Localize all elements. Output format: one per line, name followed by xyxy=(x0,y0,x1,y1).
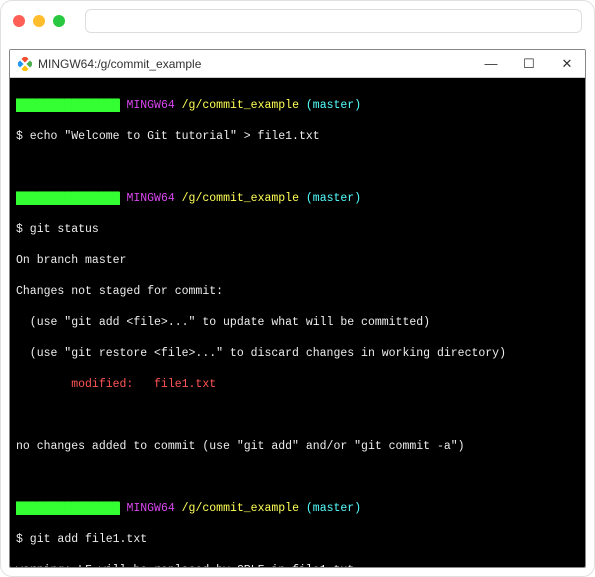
branch-label: (master) xyxy=(306,192,361,205)
user-host-hidden: ███████████████ xyxy=(16,99,120,112)
command-line: $ git add file1.txt xyxy=(16,532,579,548)
terminal[interactable]: ███████████████ MINGW64 /g/commit_exampl… xyxy=(10,78,585,567)
browser-frame: MINGW64:/g/commit_example — ☐ ✕ ████████… xyxy=(0,0,595,577)
window-titlebar: MINGW64:/g/commit_example — ☐ ✕ xyxy=(10,50,585,78)
cwd-path: /g/commit_example xyxy=(182,192,299,205)
prompt-dollar: $ xyxy=(16,130,23,143)
user-host-hidden: ███████████████ xyxy=(16,192,120,205)
command-echo: echo "Welcome to Git tutorial" > file1.t… xyxy=(23,130,320,143)
branch-label: (master) xyxy=(306,99,361,112)
output-modified-unstaged: modified: file1.txt xyxy=(16,377,579,393)
env-label: MINGW64 xyxy=(126,502,174,515)
command-status: git status xyxy=(23,223,99,236)
output-line: no changes added to commit (use "git add… xyxy=(16,439,579,455)
prompt-dollar: $ xyxy=(16,223,23,236)
output-line: Changes not staged for commit: xyxy=(16,284,579,300)
output-line: On branch master xyxy=(16,253,579,269)
command-line: $ git status xyxy=(16,222,579,238)
terminal-window: MINGW64:/g/commit_example — ☐ ✕ ████████… xyxy=(9,49,586,568)
prompt-line: ███████████████ MINGW64 /g/commit_exampl… xyxy=(16,501,579,517)
user-host-hidden: ███████████████ xyxy=(16,502,120,515)
close-button[interactable]: ✕ xyxy=(557,54,577,74)
env-label: MINGW64 xyxy=(126,99,174,112)
command-line: $ echo "Welcome to Git tutorial" > file1… xyxy=(16,129,579,145)
minimize-window-button[interactable] xyxy=(33,15,45,27)
output-line: (use "git restore <file>..." to discard … xyxy=(16,346,579,362)
traffic-lights xyxy=(13,15,65,27)
output-line: warning: LF will be replaced by CRLF in … xyxy=(16,563,579,567)
git-bash-icon xyxy=(18,57,32,71)
prompt-line: ███████████████ MINGW64 /g/commit_exampl… xyxy=(16,191,579,207)
minimize-button[interactable]: — xyxy=(481,54,501,74)
maximize-window-button[interactable] xyxy=(53,15,65,27)
prompt-line: ███████████████ MINGW64 /g/commit_exampl… xyxy=(16,98,579,114)
blank-line xyxy=(16,160,579,176)
branch-label: (master) xyxy=(306,502,361,515)
window-controls: — ☐ ✕ xyxy=(481,54,577,74)
cwd-path: /g/commit_example xyxy=(182,502,299,515)
maximize-button[interactable]: ☐ xyxy=(519,54,539,74)
window-title: MINGW64:/g/commit_example xyxy=(38,57,481,71)
close-window-button[interactable] xyxy=(13,15,25,27)
url-bar[interactable] xyxy=(85,9,582,33)
env-label: MINGW64 xyxy=(126,192,174,205)
output-line: (use "git add <file>..." to update what … xyxy=(16,315,579,331)
blank-line xyxy=(16,470,579,486)
browser-titlebar xyxy=(1,1,594,41)
blank-line xyxy=(16,408,579,424)
prompt-dollar: $ xyxy=(16,533,23,546)
cwd-path: /g/commit_example xyxy=(182,99,299,112)
command-add: git add file1.txt xyxy=(23,533,147,546)
